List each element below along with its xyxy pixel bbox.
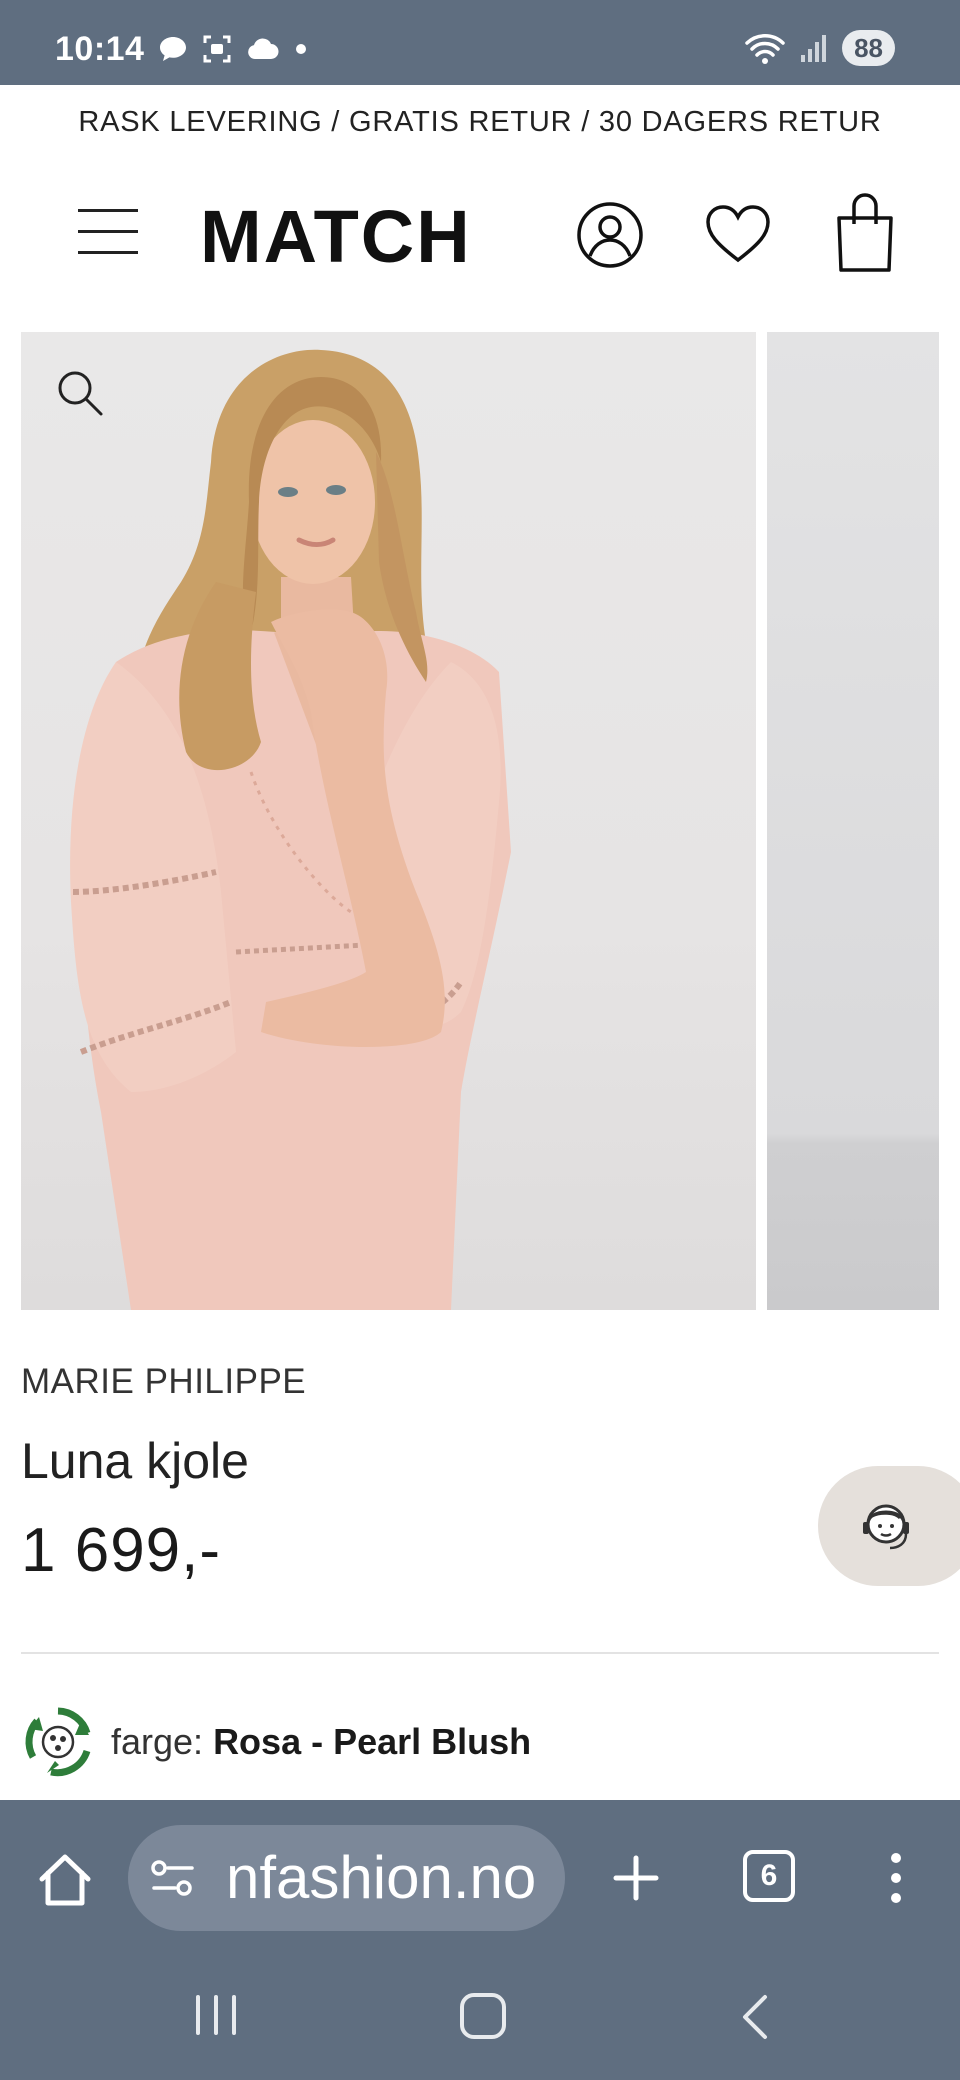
wishlist-heart-icon[interactable] <box>703 200 773 270</box>
wifi-icon <box>745 34 785 64</box>
product-brand[interactable]: MARIE PHILIPPE <box>21 1362 306 1402</box>
status-bar: 10:14 88 <box>0 0 960 85</box>
product-gallery[interactable] <box>21 332 939 1310</box>
back-icon[interactable] <box>735 1993 775 2041</box>
color-label: farge: <box>111 1721 204 1762</box>
chat-bubble-icon <box>160 37 186 61</box>
home-nav-icon[interactable] <box>460 1993 506 2039</box>
battery-icon: 88 <box>842 30 895 66</box>
divider <box>21 1652 939 1654</box>
promo-banner[interactable]: RASK LEVERING / GRATIS RETUR / 30 DAGERS… <box>0 85 960 160</box>
logo[interactable]: MATCH <box>200 200 472 274</box>
product-image[interactable] <box>21 332 756 1310</box>
recents-icon[interactable] <box>192 1993 240 2037</box>
status-icons-right: 88 <box>744 30 895 66</box>
zoom-icon[interactable] <box>55 368 105 418</box>
signal-icon <box>801 35 827 62</box>
system-nav-bar <box>0 1955 960 2080</box>
url-text[interactable]: nfashion.no <box>226 1843 536 1912</box>
cloud-icon <box>248 38 279 59</box>
customer-service-button[interactable] <box>818 1466 960 1586</box>
color-value: Rosa - Pearl Blush <box>213 1721 532 1762</box>
customer-service-icon <box>863 1504 909 1550</box>
site-settings-icon[interactable] <box>150 1858 196 1898</box>
screenshot-icon <box>203 35 231 63</box>
browser-toolbar: nfashion.no 6 <box>0 1800 960 1955</box>
model-illustration <box>70 349 512 1310</box>
status-time: 10:14 <box>55 30 145 68</box>
next-product-image[interactable] <box>767 332 939 1310</box>
color-row: farge: Rosa - Pearl Blush <box>21 1702 531 1782</box>
eco-recycle-icon <box>25 1707 91 1777</box>
menu-icon[interactable] <box>78 206 138 254</box>
shopping-bag-icon[interactable] <box>830 190 900 272</box>
site-header: MATCH <box>0 160 960 320</box>
product-price: 1 699,- <box>21 1516 222 1585</box>
plus-icon[interactable] <box>604 1846 668 1910</box>
home-icon[interactable] <box>30 1845 100 1915</box>
status-icons-left <box>158 34 308 64</box>
account-icon[interactable] <box>575 200 645 270</box>
product-name: Luna kjole <box>21 1433 249 1489</box>
address-bar[interactable]: nfashion.no <box>128 1825 565 1931</box>
tabs-icon[interactable]: 6 <box>743 1850 795 1902</box>
more-vert-icon[interactable] <box>876 1846 916 1910</box>
dot-icon <box>296 44 306 54</box>
